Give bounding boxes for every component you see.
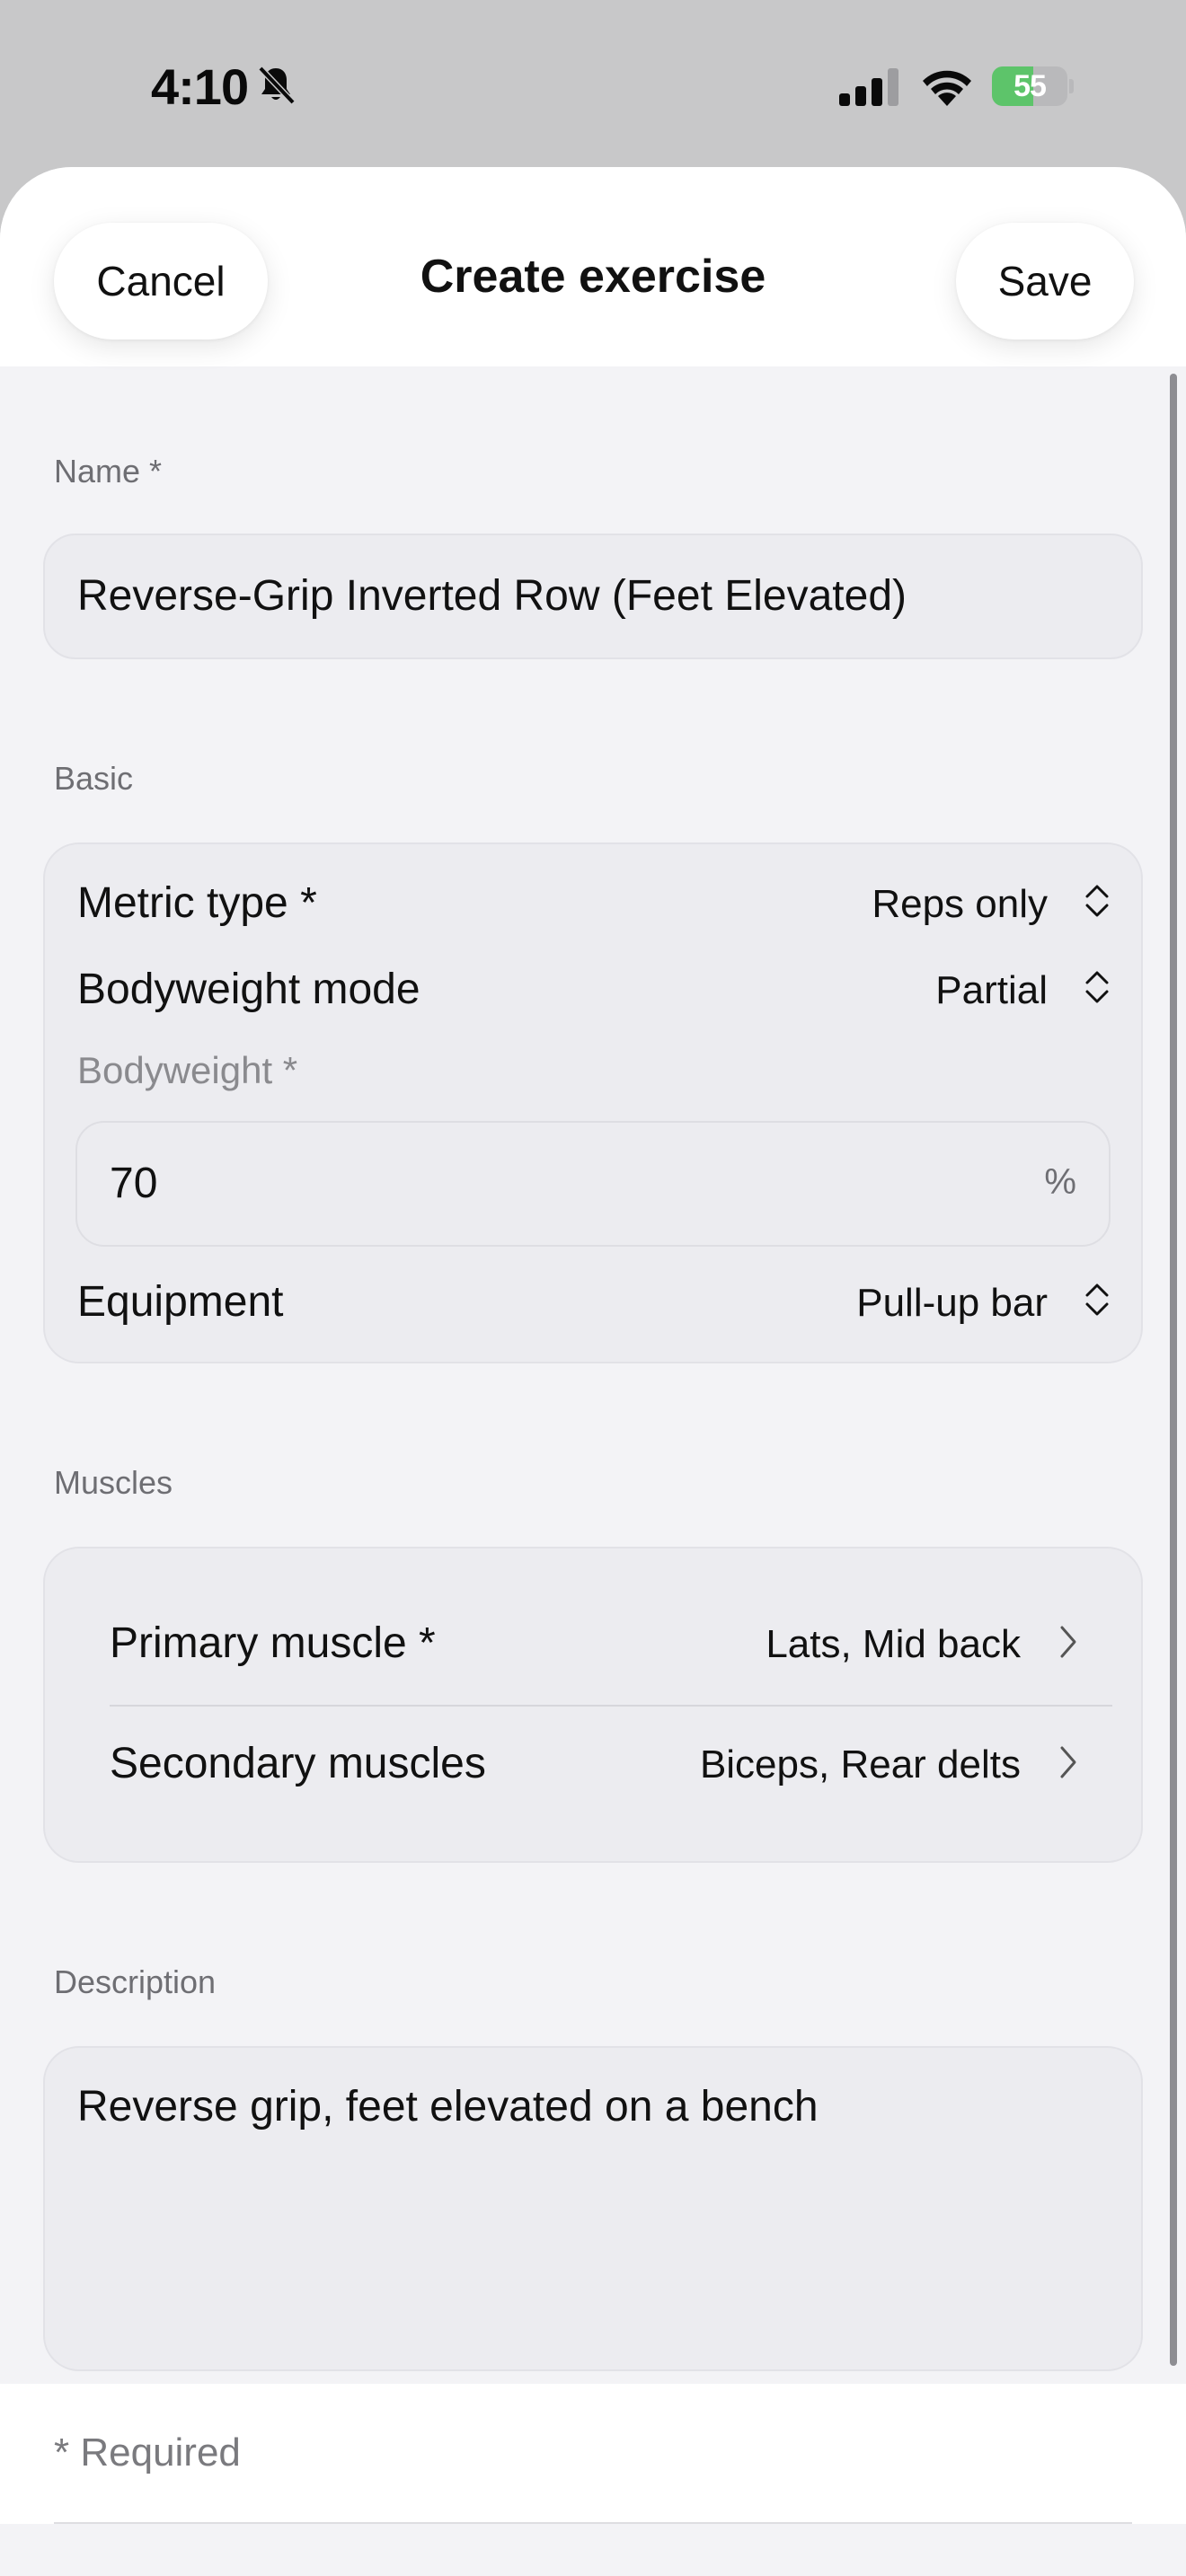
battery-charging-icon: 55 [992,66,1074,106]
bodyweight-input-value: 70 [110,1160,158,1207]
status-time: 4:10 [151,58,249,115]
description-value: Reverse grip, feet elevated on a bench [77,2083,819,2130]
metric-type-value: Reps only [872,882,1048,926]
chevron-right-icon [1060,1746,1076,1778]
description-textarea[interactable]: Reverse grip, feet elevated on a bench [43,2046,1143,2371]
footer: * Required [0,2384,1186,2576]
chevron-up-down-icon [1085,885,1109,917]
chevron-right-icon [1060,1626,1076,1658]
basic-group: Metric type * Reps only Bodyweight mode … [43,842,1143,1363]
bodyweight-input[interactable]: 70 % [75,1121,1111,1247]
primary-muscle-value: Lats, Mid back [766,1622,1021,1666]
name-input-value: Reverse-Grip Inverted Row (Feet Elevated… [77,572,907,620]
name-section-label: Name * [54,453,163,490]
muscles-section-label: Muscles [54,1464,173,1501]
scrollbar[interactable] [1170,374,1177,2366]
required-note: * Required [54,2430,241,2475]
muscles-group: Primary muscle * Lats, Mid back Secondar… [43,1547,1143,1863]
battery-percentage: 55 [1013,69,1047,103]
metric-type-label: Metric type * [77,879,317,927]
row-divider [110,1705,1112,1707]
status-bar: 4:10 55 [0,0,1186,167]
bodyweight-unit: % [1044,1162,1076,1202]
bell-slash-icon [258,66,296,105]
chevron-up-down-icon [1085,1284,1109,1316]
create-exercise-sheet: Cancel Create exercise Save Name * Rever… [0,167,1186,2576]
wifi-icon [923,70,971,106]
secondary-muscles-label: Secondary muscles [110,1740,486,1787]
equipment-label: Equipment [77,1278,284,1326]
bodyweight-mode-label: Bodyweight mode [77,966,420,1013]
nav-bar: Cancel Create exercise Save [0,167,1186,366]
basic-section-label: Basic [54,760,134,797]
description-section-label: Description [54,1963,217,2000]
primary-muscle-label: Primary muscle * [110,1619,436,1667]
save-button[interactable]: Save [956,223,1134,340]
bodyweight-mode-value: Partial [935,968,1048,1012]
name-input[interactable]: Reverse-Grip Inverted Row (Feet Elevated… [43,534,1143,659]
equipment-value: Pull-up bar [856,1281,1048,1325]
secondary-muscles-value: Biceps, Rear delts [699,1742,1021,1786]
cellular-signal-icon [839,68,898,106]
chevron-up-down-icon [1085,971,1109,1003]
footer-bottom-area [0,2524,1186,2576]
bodyweight-label: Bodyweight * [77,1049,298,1091]
